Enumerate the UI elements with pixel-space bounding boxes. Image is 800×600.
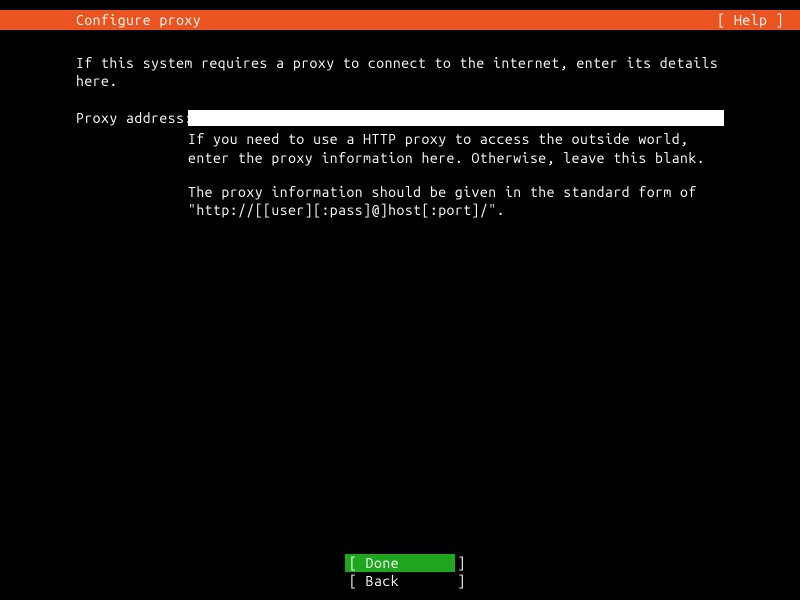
proxy-address-input[interactable] — [188, 110, 724, 126]
proxy-label: Proxy address: — [76, 110, 188, 126]
proxy-hint-2: The proxy information should be given in… — [188, 183, 724, 219]
page-title: Configure proxy — [76, 10, 201, 30]
proxy-form-row: Proxy address: If you need to use a HTTP… — [76, 110, 724, 219]
back-button[interactable]: [ Back ] — [345, 572, 455, 590]
header-bar: Configure proxy [ Help ] — [0, 10, 800, 30]
footer-buttons: [ Done ] [ Back ] — [0, 554, 800, 590]
done-button[interactable]: [ Done ] — [345, 554, 455, 572]
proxy-field-wrap: If you need to use a HTTP proxy to acces… — [188, 110, 724, 219]
help-button[interactable]: [ Help ] — [717, 10, 784, 30]
proxy-hint-1: If you need to use a HTTP proxy to acces… — [188, 130, 724, 166]
main-content: If this system requires a proxy to conne… — [0, 30, 800, 219]
instruction-text: If this system requires a proxy to conne… — [76, 54, 724, 90]
top-black-bar — [0, 0, 800, 10]
